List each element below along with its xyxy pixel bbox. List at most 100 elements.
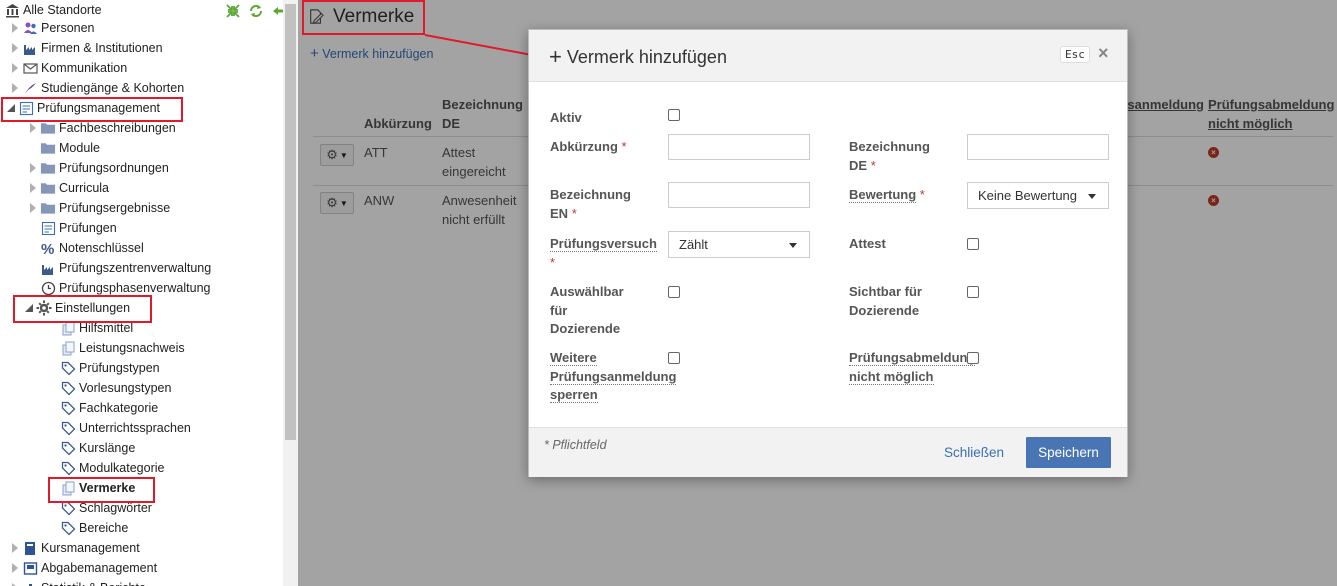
tree-item[interactable]: Abgabemanagement <box>10 558 157 578</box>
tree-item-label: Notenschlüssel <box>59 241 144 255</box>
tree-item-label: Fachkategorie <box>79 401 159 415</box>
esc-hint: Esc <box>1060 46 1090 63</box>
close-button[interactable]: Schließen <box>944 445 1004 460</box>
expand-toggle-icon[interactable] <box>28 118 40 138</box>
tree-item[interactable]: Prüfungen <box>28 218 117 238</box>
tree-item-label: Abgabemanagement <box>41 561 158 575</box>
tree-root[interactable]: Alle Standorte <box>4 0 102 20</box>
bewertung-label: Bewertung * <box>849 187 925 203</box>
tree-item-label: Kursmanagement <box>41 541 140 555</box>
graduation-icon <box>22 80 38 96</box>
bezeichnung-en-input[interactable] <box>668 182 810 208</box>
folder-icon <box>40 200 56 216</box>
tree-item[interactable]: Leistungsnachweis <box>48 338 185 358</box>
expand-toggle-icon[interactable] <box>10 538 22 558</box>
expand-toggle-icon[interactable] <box>10 18 22 38</box>
tree-item[interactable]: Studiengänge & Kohorten <box>10 78 184 98</box>
tree-item[interactable]: Prüfungstypen <box>48 358 160 378</box>
collapse-toggle-icon[interactable] <box>6 98 18 118</box>
tree-item[interactable]: Hilfsmittel <box>48 318 133 338</box>
tree-item[interactable]: Module <box>28 138 100 158</box>
tree-item[interactable]: Einstellungen <box>24 298 130 318</box>
bezeichnung-de-input[interactable] <box>967 134 1109 160</box>
tree-item[interactable]: Curricula <box>28 178 109 198</box>
tree-item[interactable]: Kurslänge <box>48 438 135 458</box>
tree-item-label: Statistik & Berichte <box>41 578 146 586</box>
tree-item-label: Prüfungsmanagement <box>37 101 160 115</box>
folder-icon <box>40 140 56 156</box>
expand-toggle-icon[interactable] <box>10 578 22 586</box>
tree-item[interactable]: Statistik & Berichte <box>10 578 146 586</box>
dialog-title-text: Vermerk hinzufügen <box>566 46 727 67</box>
expand-toggle-icon[interactable] <box>10 78 22 98</box>
copy-icon <box>60 480 76 496</box>
arrow-left-icon[interactable] <box>271 3 283 19</box>
attest-checkbox[interactable] <box>967 238 979 250</box>
tree-item[interactable]: Personen <box>10 18 95 38</box>
tree-item-label: Prüfungsphasenverwaltung <box>59 281 211 295</box>
abmeldung-checkbox[interactable] <box>967 352 979 364</box>
sidebar-scrollbar[interactable] <box>283 0 298 586</box>
folder-icon <box>40 120 56 136</box>
tree-item[interactable]: Prüfungszentrenverwaltung <box>28 258 211 278</box>
expand-toggle-icon[interactable] <box>10 558 22 578</box>
tag-icon <box>60 460 76 476</box>
tree-item[interactable]: Vorlesungstypen <box>48 378 171 398</box>
tree-item-label: Prüfungstypen <box>79 361 160 375</box>
tree-item[interactable]: Prüfungsergebnisse <box>28 198 170 218</box>
aktiv-label: Aktiv <box>550 110 582 125</box>
tree-item[interactable]: Schlagwörter <box>48 498 152 518</box>
inbox-icon <box>22 560 38 576</box>
attest-label: Attest <box>849 236 886 251</box>
tree-item-label: Vermerke <box>79 481 136 495</box>
tree-item[interactable]: Fachbeschreibungen <box>28 118 176 138</box>
folder-icon <box>40 160 56 176</box>
aktiv-checkbox[interactable] <box>668 109 680 121</box>
collapse-all-icon[interactable] <box>225 3 241 19</box>
expand-toggle-icon[interactable] <box>28 158 40 178</box>
pruefungsversuch-select[interactable]: Zählt <box>668 231 810 258</box>
tree-item[interactable]: Kursmanagement <box>10 538 140 558</box>
factory-icon <box>40 260 56 276</box>
tree-item[interactable]: Bereiche <box>48 518 128 538</box>
tree-item[interactable]: Fachkategorie <box>48 398 158 418</box>
tree-item[interactable]: Prüfungsphasenverwaltung <box>28 278 211 298</box>
tree-item[interactable]: Vermerke <box>48 478 135 498</box>
tag-icon <box>60 380 76 396</box>
abkuerzung-input[interactable] <box>668 134 810 160</box>
collapse-toggle-icon[interactable] <box>24 298 36 318</box>
tree-item[interactable]: Prüfungsordnungen <box>28 158 169 178</box>
tree-item[interactable]: Firmen & Institutionen <box>10 38 163 58</box>
tag-icon <box>60 400 76 416</box>
tree-item[interactable]: % Notenschlüssel <box>28 238 144 258</box>
tree-item-label: Personen <box>41 21 95 35</box>
expand-toggle-icon[interactable] <box>28 198 40 218</box>
navigation-sidebar: Alle Standorte Personen Firmen & Institut… <box>0 0 283 586</box>
weitere-checkbox[interactable] <box>668 352 680 364</box>
tree-item[interactable]: Unterrichtssprachen <box>48 418 191 438</box>
bezeichnung-en-label: Bezeichnung EN * <box>550 187 631 221</box>
dialog-footer: * Pflichtfeld Schließen Speichern <box>529 427 1127 477</box>
scrollbar-thumb[interactable] <box>285 4 296 440</box>
expand-toggle-icon[interactable] <box>10 58 22 78</box>
expand-toggle-icon[interactable] <box>28 178 40 198</box>
tree-item[interactable]: Prüfungsmanagement <box>6 98 160 118</box>
chart-icon <box>22 580 38 586</box>
tree-item[interactable]: Kommunikation <box>10 58 127 78</box>
expand-toggle-icon[interactable] <box>10 38 22 58</box>
tree-item[interactable]: Modulkategorie <box>48 458 164 478</box>
auswaehlbar-checkbox[interactable] <box>668 286 680 298</box>
close-icon[interactable]: × <box>1098 43 1109 64</box>
tag-icon <box>60 440 76 456</box>
save-button[interactable]: Speichern <box>1026 437 1111 468</box>
sichtbar-checkbox[interactable] <box>967 286 979 298</box>
refresh-icon[interactable] <box>248 3 264 19</box>
bewertung-select[interactable]: Keine Bewertung <box>967 182 1109 209</box>
